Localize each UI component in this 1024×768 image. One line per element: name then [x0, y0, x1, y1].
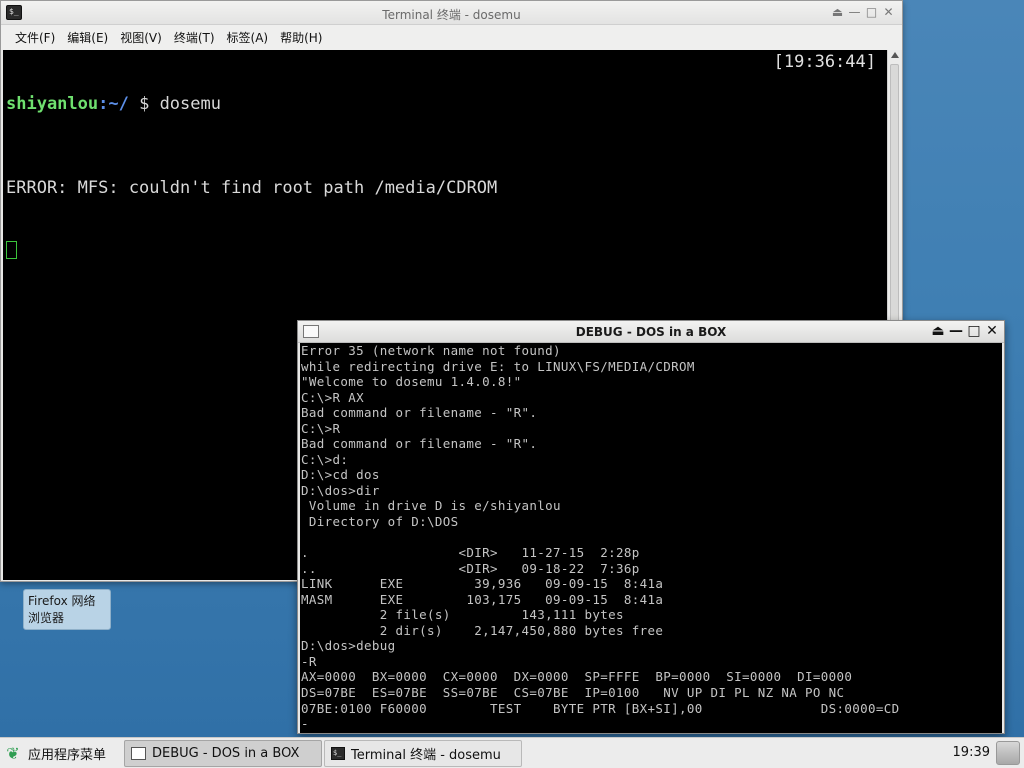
prompt-user: shiyanlou — [6, 94, 99, 114]
dos-console-output[interactable]: Error 35 (network name not found) while r… — [300, 343, 1002, 733]
dos-output-line: 2 file(s) 143,111 bytes — [301, 607, 624, 623]
taskbar-item-terminal[interactable]: $_ Terminal 终端 - dosemu — [324, 740, 522, 767]
dos-output-line: D:\>cd dos — [301, 467, 380, 483]
dosbox-close-button[interactable]: ✕ — [984, 323, 1000, 340]
terminal-window-title: Terminal 终端 - dosemu — [382, 8, 521, 22]
dos-output-line: 07BE:0100 F60000 TEST BYTE PTR [BX+SI],0… — [301, 700, 900, 716]
dos-output-line: LINK EXE 39,936 09-09-15 8:41a — [301, 576, 664, 592]
taskbar: ❦ 应用程序菜单 DEBUG - DOS in a BOX $_ Termina… — [0, 737, 1024, 768]
dos-output-line: AX=0000 BX=0000 CX=0000 DX=0000 SP=FFFE … — [301, 669, 853, 685]
menu-tabs[interactable]: 标签(A) — [227, 29, 269, 46]
prompt-path: :~/ — [98, 94, 129, 114]
terminal-error-line: ERROR: MFS: couldn't find root path /med… — [6, 178, 498, 198]
dosbox-maximize-button[interactable]: □ — [966, 323, 982, 340]
taskbar-clock[interactable]: 19:39 — [953, 745, 990, 760]
dos-output-line: C:\>R AX — [301, 389, 365, 405]
terminal-prompt-line: shiyanlou:~/ $ dosemu — [6, 94, 885, 115]
dosbox-window[interactable]: DEBUG - DOS in a BOX ⏏ — □ ✕ Error 35 (n… — [297, 320, 1005, 734]
leaf-icon: ❦ — [6, 743, 20, 763]
dos-output-line: . <DIR> 11-27-15 2:28p — [301, 545, 640, 561]
menu-help[interactable]: 帮助(H) — [280, 29, 322, 46]
desktop-firefox-launcher[interactable]: Firefox 网络浏览器 — [23, 589, 111, 630]
terminal-clock: [19:36:44] — [773, 52, 876, 72]
menu-view[interactable]: 视图(V) — [120, 29, 162, 46]
menu-edit[interactable]: 编辑(E) — [67, 29, 108, 46]
scroll-up-arrow-icon[interactable] — [891, 52, 899, 58]
taskbar-item-label: Terminal 终端 - dosemu — [351, 748, 501, 763]
dosbox-titlebar[interactable]: DEBUG - DOS in a BOX ⏏ — □ ✕ — [298, 321, 1004, 343]
dos-output-line — [301, 530, 1002, 546]
menu-file[interactable]: 文件(F) — [15, 29, 55, 46]
taskbar-item-label: DEBUG - DOS in a BOX — [152, 746, 300, 761]
terminal-minimize-button[interactable]: — — [847, 5, 862, 20]
terminal-window-icon: $_ — [331, 747, 345, 760]
dos-output-line: while redirecting drive E: to LINUX\FS/M… — [301, 358, 695, 374]
prompt-symbol: $ — [128, 94, 160, 114]
terminal-titlebar[interactable]: $_ Terminal 终端 - dosemu ⏏ — □ ✕ — [1, 1, 902, 25]
terminal-menubar: 文件(F) 编辑(E) 视图(V) 终端(T) 标签(A) 帮助(H) — [1, 25, 902, 50]
dos-output-line: "Welcome to dosemu 1.4.0.8!" — [301, 374, 522, 390]
dos-output-line: Volume in drive D is e/shiyanlou — [301, 498, 561, 514]
dos-output-line: -R — [301, 653, 317, 669]
dosbox-window-icon — [131, 747, 146, 760]
dos-output-line: .. <DIR> 09-18-22 7:36p — [301, 560, 640, 576]
dos-output-line: C:\>d: — [301, 451, 349, 467]
dosbox-window-title: DEBUG - DOS in a BOX — [575, 325, 727, 339]
terminal-cursor — [6, 241, 17, 259]
terminal-close-button[interactable]: ✕ — [881, 5, 896, 20]
applications-menu-label: 应用程序菜单 — [28, 748, 107, 763]
dos-output-line: Bad command or filename - "R". — [301, 436, 538, 452]
dos-output-line: D:\dos>dir — [301, 482, 380, 498]
menu-terminal[interactable]: 终端(T) — [174, 29, 215, 46]
dosbox-minimize-button[interactable]: — — [948, 323, 964, 340]
dos-output-line: DS=07BE ES=07BE SS=07BE CS=07BE IP=0100 … — [301, 685, 845, 701]
applications-menu-button[interactable]: ❦ 应用程序菜单 — [6, 742, 106, 765]
prompt-command: dosemu — [159, 94, 221, 114]
dos-output-line: C:\>R — [301, 420, 341, 436]
dos-output-line: - — [301, 716, 309, 732]
dos-output-line: 2 dir(s) 2,147,450,880 bytes free — [301, 622, 664, 638]
terminal-maximize-button[interactable]: □ — [864, 5, 879, 20]
dos-output-line: MASM EXE 103,175 09-09-15 8:41a — [301, 591, 664, 607]
dos-output-line: D:\dos>debug — [301, 638, 396, 654]
dos-output-line: Bad command or filename - "R". — [301, 405, 538, 421]
dosbox-shade-button[interactable]: ⏏ — [930, 323, 946, 340]
dos-output-line: Directory of D:\DOS — [301, 514, 459, 530]
dos-output-line: Error 35 (network name not found) — [301, 343, 561, 358]
taskbar-item-dosbox[interactable]: DEBUG - DOS in a BOX — [124, 740, 322, 767]
power-manager-icon[interactable] — [996, 741, 1020, 765]
terminal-shade-button[interactable]: ⏏ — [830, 5, 845, 20]
